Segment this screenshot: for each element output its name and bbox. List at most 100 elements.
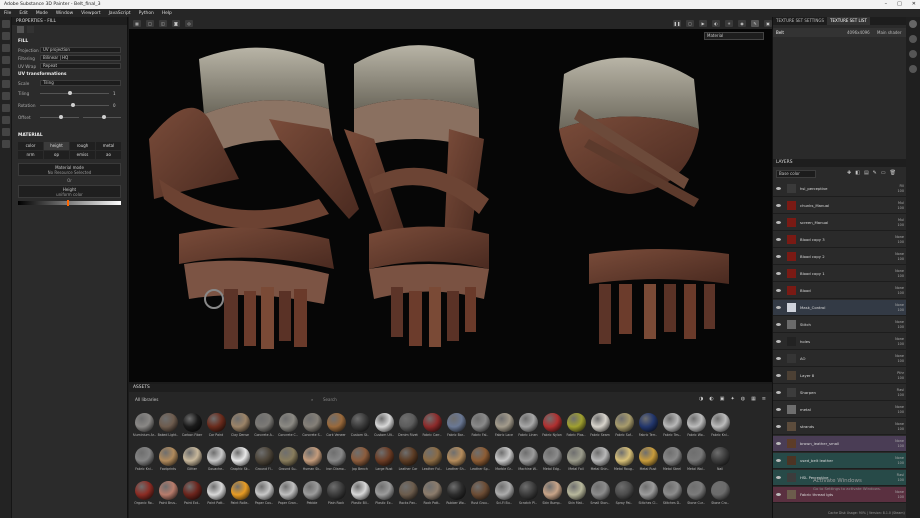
layer-blend-mode[interactable]: Mul (898, 201, 904, 205)
material-thumbnail[interactable]: Nail (708, 447, 732, 481)
layer-opacity[interactable]: 100 (898, 495, 904, 499)
menu-python[interactable]: Python (139, 11, 154, 16)
viewport-3d[interactable]: Material (129, 29, 772, 382)
visibility-eye-icon[interactable] (776, 340, 781, 343)
layer-blend-mode[interactable]: None (895, 252, 904, 256)
material-thumbnail[interactable]: Car Paint (204, 413, 228, 447)
layer-blend-opacity[interactable]: None 100 (885, 405, 907, 415)
material-thumbnail[interactable]: Aluminium Ar.. (132, 413, 156, 447)
material-thumbnail[interactable]: Gouache.. (204, 447, 228, 481)
menu-help[interactable]: Help (162, 11, 172, 16)
layer-blend-opacity[interactable]: Pthr 100 (885, 371, 907, 381)
alpha-filter-icon[interactable]: ◍ (741, 396, 745, 402)
material-thumbnail[interactable]: Leather Sp.. (468, 447, 492, 481)
material-thumbnail[interactable]: Paint Brus.. (156, 481, 180, 515)
material-thumbnail[interactable]: Metal Steel (660, 447, 684, 481)
material-thumbnail[interactable]: Fabric Nylon (540, 413, 564, 447)
visibility-eye-icon[interactable] (776, 204, 781, 207)
material-thumbnail[interactable]: Footprints (156, 447, 180, 481)
paint-mode-icon[interactable]: ✎ (751, 19, 759, 27)
layer-blend-opacity[interactable]: None 100 (885, 439, 907, 449)
layer-opacity[interactable]: 100 (898, 325, 904, 329)
layer-blend-mode[interactable]: None (895, 490, 904, 494)
material-thumbnail[interactable]: Denim Rivet (396, 413, 420, 447)
channel-op[interactable]: op (44, 151, 69, 159)
channel-height[interactable]: height (44, 142, 69, 150)
layer-blend-mode[interactable]: Fiasl (897, 388, 904, 392)
projection-icon[interactable] (1, 44, 10, 52)
layer-row[interactable]: Blood copy 2 None 100 (773, 249, 907, 265)
material-thumbnail[interactable]: Baked Light.. (156, 413, 180, 447)
material-thumbnail[interactable]: Rock Patt.. (420, 481, 444, 515)
material-thumbnail[interactable]: Fabric Kni.. (132, 447, 156, 481)
material-tab-icon[interactable] (27, 26, 34, 33)
layer-row[interactable]: chunks_Manual Mul 100 (773, 198, 907, 214)
material-thumbnail[interactable]: Metal Foil (564, 447, 588, 481)
texture-set-row[interactable]: Belt 4096x4096 Main shader (773, 28, 906, 37)
bake-icon[interactable] (1, 116, 10, 124)
material-thumbnail[interactable]: Rubber Wo.. (444, 481, 468, 515)
smart-material-filter-icon[interactable]: ◐ (709, 396, 713, 402)
layer-blend-opacity[interactable]: None 100 (885, 235, 907, 245)
layer-row[interactable]: screen_Manual Mul 100 (773, 215, 907, 231)
list-view-icon[interactable]: ≡ (762, 396, 766, 402)
layer-opacity[interactable]: 100 (898, 393, 904, 397)
layers-panel-icon[interactable] (909, 20, 917, 28)
layer-opacity[interactable]: 100 (898, 376, 904, 380)
material-thumbnail[interactable]: Fabric Plas.. (564, 413, 588, 447)
minimize-button[interactable]: – (885, 1, 888, 7)
material-thumbnail[interactable]: Custom Ult.. (372, 413, 396, 447)
layers-channel-dropdown[interactable]: Base color (776, 170, 816, 178)
visibility-eye-icon[interactable] (776, 391, 781, 394)
display-settings-panel-icon[interactable] (909, 50, 917, 58)
visibility-eye-icon[interactable] (776, 323, 781, 326)
layer-blend-opacity[interactable]: None 100 (885, 337, 907, 347)
layer-opacity[interactable]: 100 (898, 427, 904, 431)
polygon-fill-icon[interactable] (1, 104, 10, 112)
layer-blend-mode[interactable]: None (895, 303, 904, 307)
visibility-eye-icon[interactable] (776, 476, 781, 479)
material-thumbnail[interactable]: Metal Rust (636, 447, 660, 481)
layout-3d-icon[interactable]: □ (146, 19, 154, 27)
export-icon[interactable] (1, 128, 10, 136)
layer-row[interactable]: Blood None 100 (773, 283, 907, 299)
material-thumbnail[interactable]: Iron Diamo.. (324, 447, 348, 481)
material-thumbnail[interactable]: Ground Fl.. (252, 447, 276, 481)
layer-blend-mode[interactable]: Fill (899, 184, 904, 188)
material-thumbnail[interactable]: Fabric Sof.. (612, 413, 636, 447)
material-thumbnail[interactable]: Cork Veneer (324, 413, 348, 447)
render-icon[interactable]: ▣ (764, 19, 772, 27)
layer-blend-mode[interactable]: None (895, 337, 904, 341)
scale-dropdown[interactable]: Tiling (40, 80, 121, 86)
layer-row[interactable]: Blood copy 1 None 100 (773, 266, 907, 282)
layer-row[interactable]: used_belt leather None 100 (773, 453, 907, 469)
material-thumbnail[interactable]: Fabric Lace (492, 413, 516, 447)
visibility-eye-icon[interactable] (776, 408, 781, 411)
layer-blend-mode[interactable]: Pthr (897, 371, 904, 375)
clone-icon[interactable] (1, 80, 10, 88)
material-thumbnail[interactable]: Metal Roug.. (612, 447, 636, 481)
material-thumbnail[interactable]: Stone Cro.. (708, 481, 732, 515)
maximize-button[interactable]: □ (897, 1, 902, 7)
layer-blend-opacity[interactable]: Fill 100 (885, 184, 907, 194)
material-thumbnail[interactable]: Sci-Fi Bu.. (492, 481, 516, 515)
material-thumbnail[interactable]: Fabric Seam (588, 413, 612, 447)
display-settings-icon[interactable]: ◐ (712, 19, 720, 27)
shader-icon[interactable]: ◉ (738, 19, 746, 27)
material-thumbnail[interactable]: Marble Gr.. (492, 447, 516, 481)
visibility-eye-icon[interactable] (776, 374, 781, 377)
rotation-value[interactable]: 0 (113, 103, 121, 108)
assets-library-filter[interactable]: All libraries (135, 397, 305, 402)
layer-blend-opacity[interactable]: None 100 (885, 252, 907, 262)
layer-opacity[interactable]: 100 (898, 444, 904, 448)
assets-search-input[interactable]: Search (323, 397, 423, 402)
material-thumbnail[interactable]: Jap Bench (348, 447, 372, 481)
layer-blend-mode[interactable]: None (895, 320, 904, 324)
fill-tab-icon[interactable] (17, 26, 24, 33)
add-effect-icon[interactable]: ✚ (847, 170, 851, 176)
material-thumbnail[interactable]: Spray Pai.. (612, 481, 636, 515)
material-thumbnail[interactable]: Custom St.. (348, 413, 372, 447)
layer-blend-opacity[interactable]: Fiasl 100 (885, 388, 907, 398)
layer-blend-opacity[interactable]: None 100 (885, 456, 907, 466)
material-thumbnail[interactable]: Large Rust (372, 447, 396, 481)
